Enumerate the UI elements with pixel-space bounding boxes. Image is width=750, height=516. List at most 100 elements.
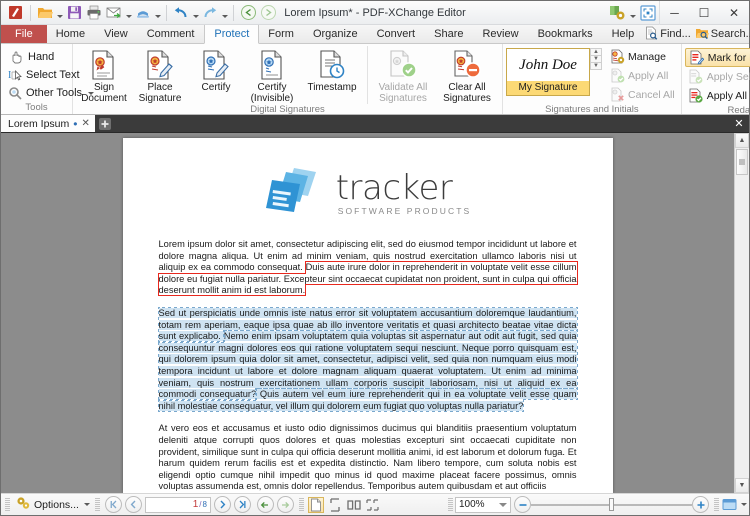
email-icon[interactable] xyxy=(104,3,124,23)
zoom-in-button[interactable] xyxy=(692,496,709,513)
undo-icon[interactable] xyxy=(171,3,191,23)
two-page-continuous-view-icon[interactable] xyxy=(365,497,381,513)
certify-button[interactable]: Certify xyxy=(188,46,244,93)
signature-scroll-spinner[interactable]: ▲ ▼ ▼ xyxy=(590,48,602,70)
toggle-panes-icon[interactable] xyxy=(721,497,737,513)
search-button[interactable]: Search... xyxy=(695,26,750,43)
save-icon[interactable] xyxy=(64,3,84,23)
signature-scroll-more[interactable]: ▼ xyxy=(590,62,602,70)
close-button[interactable]: ✕ xyxy=(719,1,749,25)
qat-separator-2 xyxy=(166,4,167,21)
tab-comment[interactable]: Comment xyxy=(138,25,205,43)
close-document-button[interactable]: ✕ xyxy=(729,115,749,132)
forward-view-button[interactable] xyxy=(276,496,294,513)
email-dropdown-caret[interactable] xyxy=(124,3,133,23)
zoom-out-button[interactable] xyxy=(514,496,531,513)
total-pages-value: 8 xyxy=(202,500,207,509)
previous-page-button[interactable] xyxy=(124,496,142,513)
apply-all-redaction-button[interactable]: Apply All xyxy=(685,86,750,105)
redo-icon[interactable] xyxy=(200,3,220,23)
single-page-view-icon[interactable] xyxy=(307,496,324,513)
select-text-tool-button[interactable]: I Select Text xyxy=(4,66,80,84)
place-signature-button[interactable]: Place Signature xyxy=(132,46,188,104)
options-caret[interactable] xyxy=(83,503,90,506)
page-navigation: 1/8 xyxy=(102,496,254,513)
scroll-track[interactable] xyxy=(735,175,749,478)
zoom-level-input[interactable]: 100% xyxy=(455,496,511,513)
signature-preview[interactable]: John Doe My Signature xyxy=(506,48,590,96)
two-page-view-icon[interactable] xyxy=(346,497,362,513)
tab-bookmarks[interactable]: Bookmarks xyxy=(529,25,603,43)
ribbon-group-signatures-and-initials: John Doe My Signature ▲ ▼ ▼ Manage Apply… xyxy=(503,44,682,115)
redo-dropdown-caret[interactable] xyxy=(220,3,229,23)
tab-protect[interactable]: Protect xyxy=(204,25,260,44)
tab-convert[interactable]: Convert xyxy=(368,25,426,43)
scan-dropdown-caret[interactable] xyxy=(153,3,162,23)
vertical-scrollbar[interactable]: ▲ ▼ xyxy=(734,133,749,493)
certify-invisible-button[interactable]: Certify (Invisible) xyxy=(244,46,300,104)
undo-dropdown-caret[interactable] xyxy=(191,3,200,23)
document-paragraph-1[interactable]: Lorem ipsum dolor sit amet, consectetur … xyxy=(157,239,578,297)
scroll-down-button[interactable]: ▼ xyxy=(735,478,749,493)
timestamp-button[interactable]: Timestamp xyxy=(300,46,364,93)
cancel-all-signatures-button[interactable]: Cancel All xyxy=(606,85,678,104)
options-button[interactable]: Options... xyxy=(12,495,93,514)
last-page-button[interactable] xyxy=(233,496,251,513)
tab-form[interactable]: Form xyxy=(259,25,304,43)
document-tab-lorem-ipsum[interactable]: Lorem Ipsum • ✕ xyxy=(1,115,95,132)
tab-share[interactable]: Share xyxy=(425,25,473,43)
tab-home[interactable]: Home xyxy=(47,25,95,43)
find-icon xyxy=(644,26,658,43)
next-view-icon[interactable] xyxy=(258,3,278,23)
zoom-slider-track-2[interactable] xyxy=(614,503,692,506)
clear-all-signatures-label-2: Signatures xyxy=(443,93,491,104)
manage-signatures-button[interactable]: Manage xyxy=(606,47,678,66)
previous-view-icon[interactable] xyxy=(238,3,258,23)
tab-view[interactable]: View xyxy=(95,25,138,43)
tab-file[interactable]: File xyxy=(1,25,47,43)
ribbon-options-caret[interactable] xyxy=(628,3,637,23)
new-tab-button[interactable] xyxy=(95,115,115,132)
back-view-button[interactable] xyxy=(256,496,274,513)
scan-icon[interactable] xyxy=(133,3,153,23)
minimize-button[interactable]: ─ xyxy=(659,0,689,25)
page-number-input[interactable]: 1/8 xyxy=(144,496,211,513)
qat-separator-3 xyxy=(233,4,234,21)
document-tab-close-icon[interactable]: ✕ xyxy=(81,118,89,129)
certify-invisible-label-1: Certify xyxy=(257,82,287,93)
zoom-dropdown-caret[interactable] xyxy=(499,502,507,507)
other-tools-button[interactable]: Other Tools xyxy=(4,84,95,102)
print-icon[interactable] xyxy=(84,3,104,23)
maximize-button[interactable]: ☐ xyxy=(689,1,719,25)
options-icon xyxy=(15,495,31,514)
clear-all-signatures-button[interactable]: Clear All Signatures xyxy=(435,46,499,104)
apply-selected-redaction-button[interactable]: Apply Selected xyxy=(685,67,750,86)
tracker-logo-word: tracker xyxy=(335,168,453,208)
mark-for-redaction-button[interactable]: Mark for Redaction xyxy=(684,48,750,67)
scroll-thumb[interactable] xyxy=(736,149,748,175)
hand-tool-button[interactable]: Hand xyxy=(4,48,69,66)
continuous-view-icon[interactable] xyxy=(327,497,343,513)
ribbon-options-icon[interactable] xyxy=(606,3,628,23)
pdf-page[interactable]: tracker SOFTWARE PRODUCTS Lorem ipsum do… xyxy=(122,138,613,493)
validate-all-signatures-button[interactable]: Validate All Signatures xyxy=(371,46,435,104)
zoom-level-value: 100% xyxy=(459,499,485,510)
first-page-button[interactable] xyxy=(104,496,122,513)
find-button[interactable]: Find... xyxy=(644,26,691,43)
scroll-up-button[interactable]: ▲ xyxy=(735,133,749,148)
tab-organize[interactable]: Organize xyxy=(304,25,368,43)
zoom-slider[interactable] xyxy=(511,496,712,513)
document-paragraph-2[interactable]: Sed ut perspiciatis unde omnis iste natu… xyxy=(157,306,578,412)
sign-document-button[interactable]: Sign Document xyxy=(76,46,132,104)
document-paragraph-3[interactable]: At vero eos et accusamus et iusto odio d… xyxy=(159,423,577,493)
zoom-slider-track[interactable] xyxy=(531,503,609,506)
tab-help[interactable]: Help xyxy=(603,25,645,43)
page-viewport[interactable]: tracker SOFTWARE PRODUCTS Lorem ipsum do… xyxy=(1,133,734,493)
open-dropdown-caret[interactable] xyxy=(55,3,64,23)
toggle-panes-caret[interactable] xyxy=(741,503,747,506)
fullscreen-icon[interactable] xyxy=(637,3,659,23)
next-page-button[interactable] xyxy=(213,496,231,513)
apply-all-signatures-button[interactable]: Apply All xyxy=(606,66,678,85)
tab-review[interactable]: Review xyxy=(473,25,528,43)
open-icon[interactable] xyxy=(35,3,55,23)
